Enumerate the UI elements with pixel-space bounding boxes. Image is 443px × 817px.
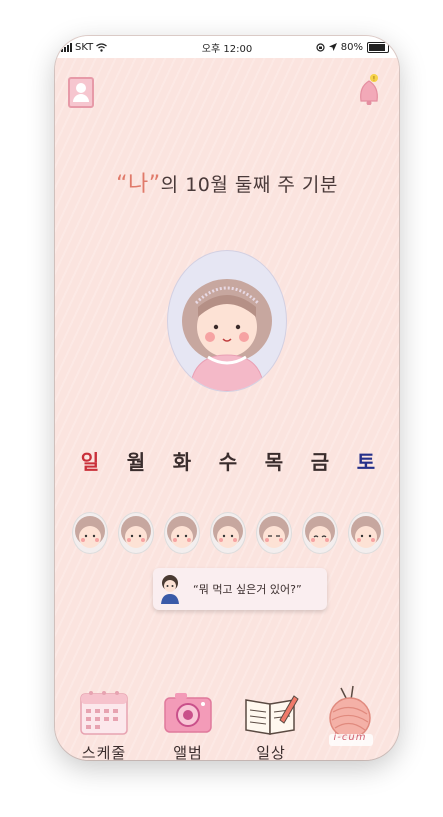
weekday-sun: 일 [80, 450, 100, 474]
mood-face-thu[interactable] [256, 512, 292, 554]
weekday-sat: 토 [356, 450, 376, 474]
face-icon [305, 516, 335, 548]
face-icon [351, 516, 381, 548]
person-icon [76, 83, 86, 93]
character-avatar[interactable] [167, 250, 287, 392]
mood-face-tue[interactable] [164, 512, 200, 554]
notification-bell-icon[interactable]: ! [355, 73, 383, 105]
svg-text:!: ! [373, 76, 375, 83]
location-icon [328, 43, 337, 51]
main-screen: ! “나”의 10월 둘째 주 기분 일 월 화 수 목 금 토 “뭐 먹고 싶… [55, 58, 399, 760]
phone-frame: SKT 오후 12:00 80% ! “나”의 10월 둘째 주 기분 일 월 … [55, 36, 399, 760]
face-icon [213, 516, 243, 548]
profile-button[interactable] [68, 77, 94, 108]
weekday-wed: 수 [218, 450, 238, 474]
calendar-icon [80, 691, 128, 735]
yarn-ball-icon [329, 685, 373, 746]
bottom-menu: 스케줄 앨범 일상 i-cum [55, 684, 399, 760]
rotation-lock-icon [316, 42, 325, 52]
menu-daily-label: 일상 [256, 744, 286, 760]
weekday-fri: 금 [310, 450, 330, 474]
chat-message: “뭐 먹고 싶은거 있어?” [193, 583, 302, 596]
girl-character-icon [182, 279, 272, 391]
status-bar: SKT 오후 12:00 80% [55, 36, 399, 58]
chat-bubble[interactable]: “뭐 먹고 싶은거 있어?” [153, 568, 327, 610]
battery-icon [367, 41, 389, 53]
menu-yarn[interactable]: i-cum [315, 684, 385, 758]
weekday-row: 일 월 화 수 목 금 토 [75, 446, 381, 475]
title-text: 의 10월 둘째 주 기분 [160, 174, 338, 196]
menu-album[interactable]: 앨범 [153, 684, 223, 760]
mood-face-wed[interactable] [210, 512, 246, 554]
face-icon [121, 516, 151, 548]
mood-face-fri[interactable] [302, 512, 338, 554]
menu-schedule[interactable]: 스케줄 [69, 684, 139, 760]
face-icon [75, 516, 105, 548]
menu-schedule-label: 스케줄 [81, 744, 127, 760]
mood-face-sun[interactable] [72, 512, 108, 554]
face-icon [259, 516, 289, 548]
page-title: “나”의 10월 둘째 주 기분 [55, 166, 399, 198]
mood-face-sat[interactable] [348, 512, 384, 554]
diary-pencil-icon [245, 695, 299, 735]
menu-yarn-logo: i-cum [333, 732, 367, 743]
mood-row [72, 512, 384, 554]
weekday-tue: 화 [172, 450, 192, 474]
weekday-thu: 목 [264, 450, 284, 474]
boy-character-icon [161, 575, 179, 604]
camera-icon [164, 693, 212, 733]
weekday-mon: 월 [126, 450, 146, 474]
title-me: “나” [116, 172, 161, 197]
face-icon [167, 516, 197, 548]
mood-face-mon[interactable] [118, 512, 154, 554]
menu-daily[interactable]: 일상 [236, 684, 306, 760]
menu-album-label: 앨범 [173, 744, 203, 760]
battery-percent: 80% [340, 41, 363, 53]
